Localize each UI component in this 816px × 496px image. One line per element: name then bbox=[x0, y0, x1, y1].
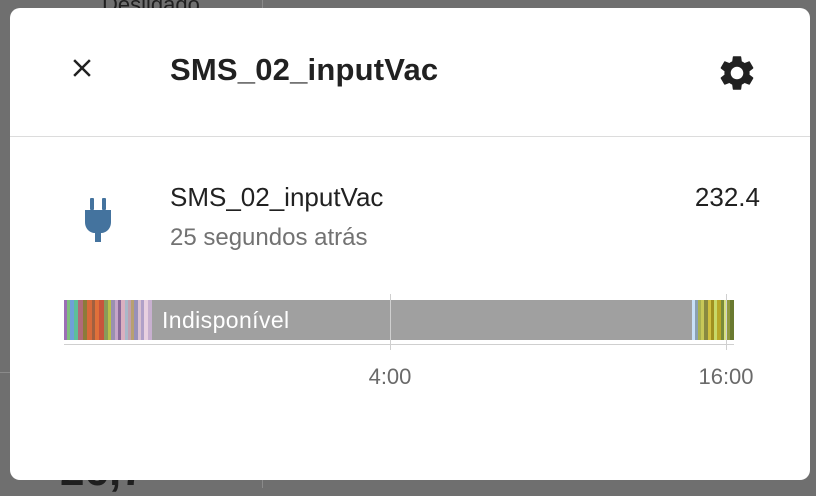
last-changed-text: 25 segundos atrás bbox=[170, 224, 368, 251]
timeline-axis-line bbox=[64, 344, 734, 345]
header-divider bbox=[10, 136, 810, 137]
timeline-state-label: Indisponível bbox=[162, 307, 290, 333]
settings-button[interactable] bbox=[712, 48, 762, 98]
timeline-gridline bbox=[390, 294, 391, 350]
timeline-segment[interactable] bbox=[730, 300, 734, 340]
close-icon bbox=[73, 59, 91, 77]
close-button[interactable] bbox=[60, 46, 104, 90]
more-info-dialog: SMS_02_inputVac SMS_02_inputVac 25 segun… bbox=[10, 8, 810, 480]
timeline-segment[interactable] bbox=[148, 300, 152, 340]
gear-icon bbox=[720, 56, 754, 90]
timeline-gridline bbox=[726, 294, 727, 350]
entity-state-value: 232.4 bbox=[694, 182, 760, 212]
dialog-title: SMS_02_inputVac bbox=[170, 52, 439, 87]
timeline-tick-label: 16:00 bbox=[698, 364, 754, 389]
background-divider bbox=[0, 372, 10, 373]
timeline-tick-label: 4:00 bbox=[368, 364, 412, 389]
history-timeline[interactable]: Indisponível 4:00 16:00 bbox=[64, 294, 754, 404]
power-plug-icon bbox=[85, 198, 111, 242]
entity-name: SMS_02_inputVac bbox=[170, 182, 384, 212]
